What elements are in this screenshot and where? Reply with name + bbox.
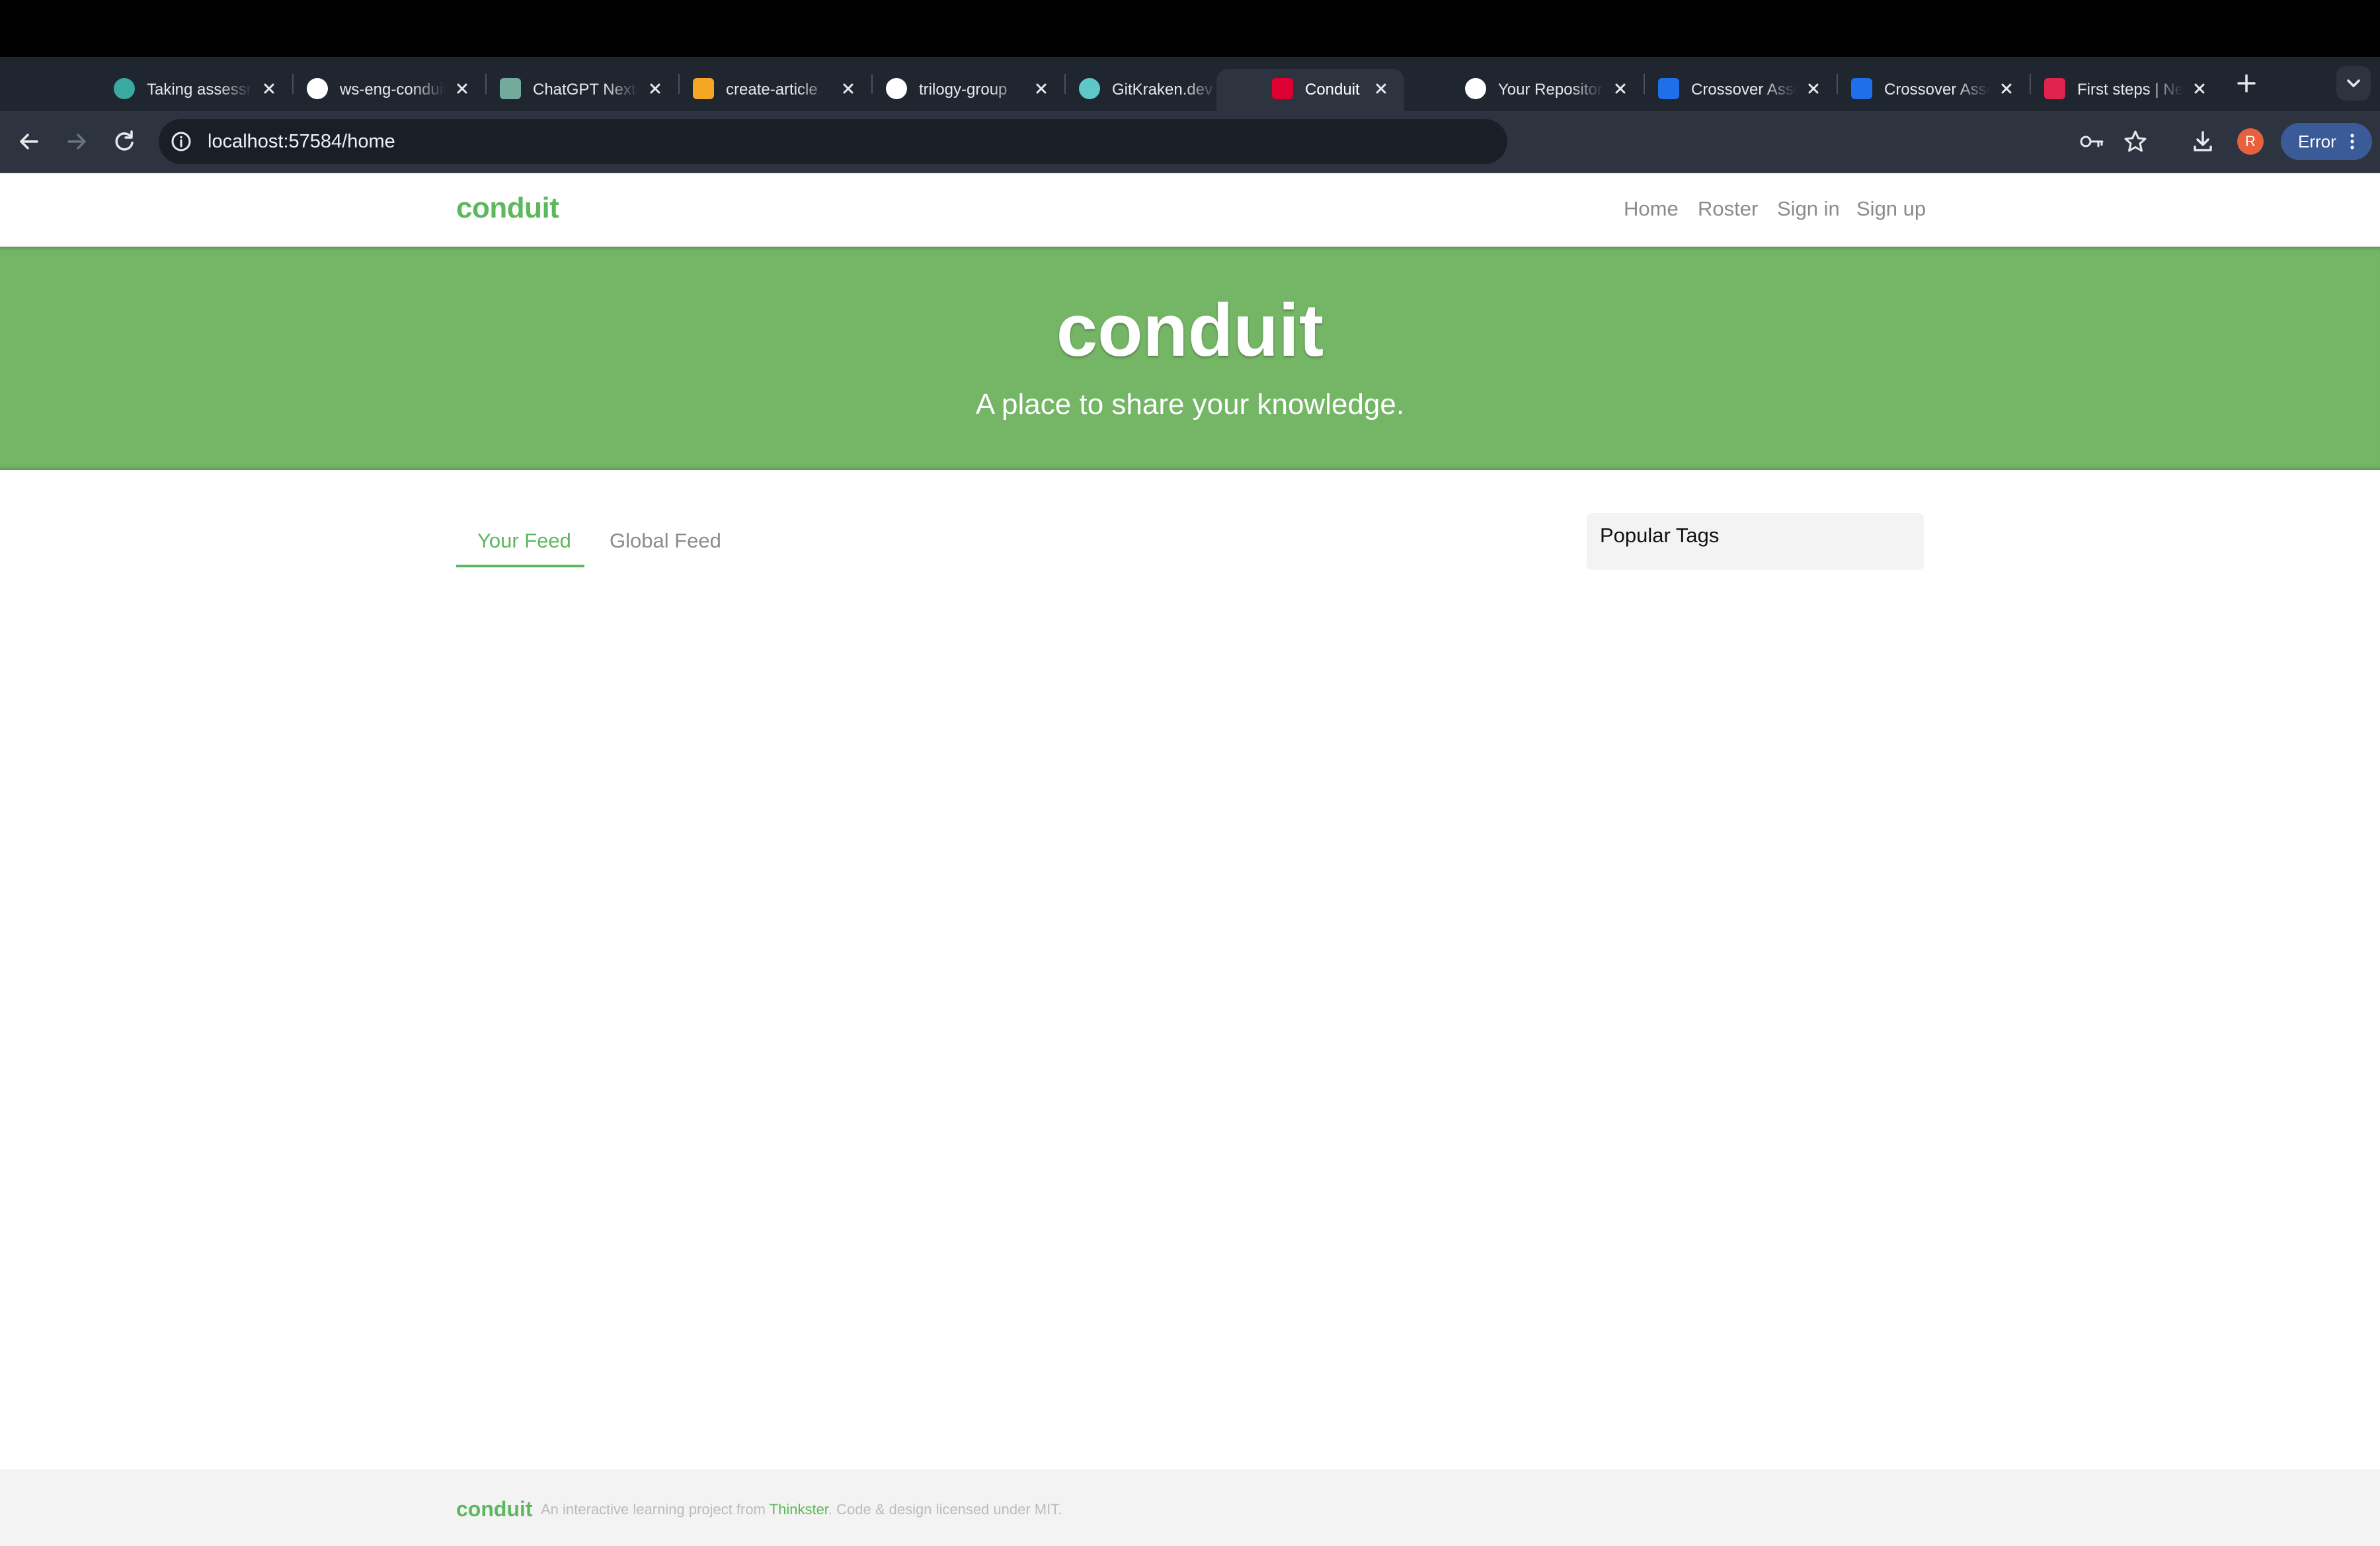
brand-orange-icon [693,78,714,99]
active-tab-indicator [456,565,584,567]
popular-tags-title: Popular Tags [1600,524,1720,547]
chatgpt-icon [500,78,521,99]
password-key-icon[interactable] [2079,130,2105,153]
angular-icon [1272,78,1293,99]
crossover-icon [1658,78,1679,99]
browser-tab[interactable]: ws-eng-conduit [307,69,472,111]
close-tab-icon[interactable] [2190,79,2209,99]
close-tab-icon[interactable] [838,79,858,99]
tab-title: ChatGPT Next [533,81,636,99]
tab-separator [2030,74,2031,94]
github-icon [1465,78,1486,99]
popular-tags-panel: Popular Tags [1587,513,1924,570]
github-icon [886,78,907,99]
tab-search-button[interactable] [2336,66,2371,101]
browser-tab[interactable]: First steps | NestJS [2044,69,2209,111]
nav-link-roster[interactable]: Roster [1698,194,1758,224]
reload-icon[interactable] [108,126,140,157]
url-text[interactable]: localhost:57584/home [208,127,395,156]
close-tab-icon[interactable] [259,79,279,99]
tab-separator [1064,74,1066,94]
browser-tab[interactable]: ChatGPT Next [500,69,665,111]
tab-title: ws-eng-conduit [340,81,446,99]
tab-separator [678,74,680,94]
close-tab-icon[interactable] [1610,79,1630,99]
close-tab-icon[interactable] [1031,79,1051,99]
footer-text-before: An interactive learning project from [541,1501,766,1518]
site-footer [0,1469,2380,1546]
nav-link-home[interactable]: Home [1624,194,1679,224]
tab-title: create-article [726,81,818,99]
tab-separator [292,74,294,94]
brand-logo[interactable]: conduit [456,187,559,229]
github-icon [307,78,328,99]
close-tab-icon[interactable] [645,79,665,99]
banner-subtitle: A place to share your knowledge. [975,388,1405,421]
kebab-menu-icon[interactable] [2347,132,2358,151]
bookmark-star-icon[interactable] [2122,128,2149,155]
browser-tab[interactable]: trilogy-group [886,69,1051,111]
error-button[interactable]: Error [2281,123,2372,160]
tab-separator [871,74,873,94]
tab-title: GitKraken.dev [1112,81,1213,99]
assessment-icon [114,78,135,99]
footer-text-after: . Code & design licensed under MIT. [828,1501,1062,1518]
browser-tab[interactable]: Your Repositories [1465,69,1630,111]
nav-link-sign-up[interactable]: Sign up [1856,194,1926,224]
back-arrow-icon[interactable] [13,126,45,157]
gitkraken-icon [1079,78,1100,99]
nav-link-sign-in[interactable]: Sign in [1777,194,1840,224]
browser-tab[interactable]: Crossover Assessment [1658,69,1823,111]
close-tab-icon[interactable] [1804,79,1823,99]
site-info-icon[interactable] [169,130,193,153]
tab-title: trilogy-group [919,81,1008,99]
browser-tab[interactable]: Taking assessment [114,69,279,111]
browser-tab[interactable]: create-article [693,69,858,111]
close-tab-icon[interactable] [452,79,472,99]
tab-title: Crossover Assessment [1884,81,1990,99]
forward-arrow-icon[interactable] [61,126,93,157]
close-tab-icon[interactable] [1371,79,1391,99]
banner-title: conduit [1056,289,1324,372]
new-tab-icon[interactable] [2233,70,2260,97]
profile-avatar[interactable]: R [2237,128,2264,155]
footer-logo[interactable]: conduit [456,1496,533,1522]
chevron-down-icon [2347,79,2360,87]
tab-title: First steps | NestJS [2077,81,2183,99]
tab-your-feed[interactable]: Your Feed [477,524,571,558]
tab-global-feed[interactable]: Global Feed [610,524,721,558]
tab-title: Taking assessment [147,81,253,99]
thinkster-link[interactable]: Thinkster [770,1501,828,1518]
site-navbar [0,173,2380,246]
tab-strip: Taking assessment ws-eng-conduit ChatGPT N… [0,57,2380,111]
tab-separator [485,74,487,94]
nestjs-icon [2044,78,2065,99]
tab-title: Your Repositories [1498,81,1604,99]
tab-separator [1837,74,1838,94]
window-top-bar [0,0,2380,57]
error-label: Error [2298,132,2336,151]
crossover-icon [1851,78,1872,99]
browser-tab[interactable]: Conduit [1216,69,1404,111]
close-tab-icon[interactable] [1997,79,2016,99]
tab-title: Crossover Assessment [1691,81,1797,99]
footer-attribution: An interactive learning project from Thi… [541,1498,1062,1521]
browser-tab[interactable]: Crossover Assessment [1851,69,2016,111]
tab-separator [1644,74,1645,94]
download-icon[interactable] [2188,127,2217,156]
